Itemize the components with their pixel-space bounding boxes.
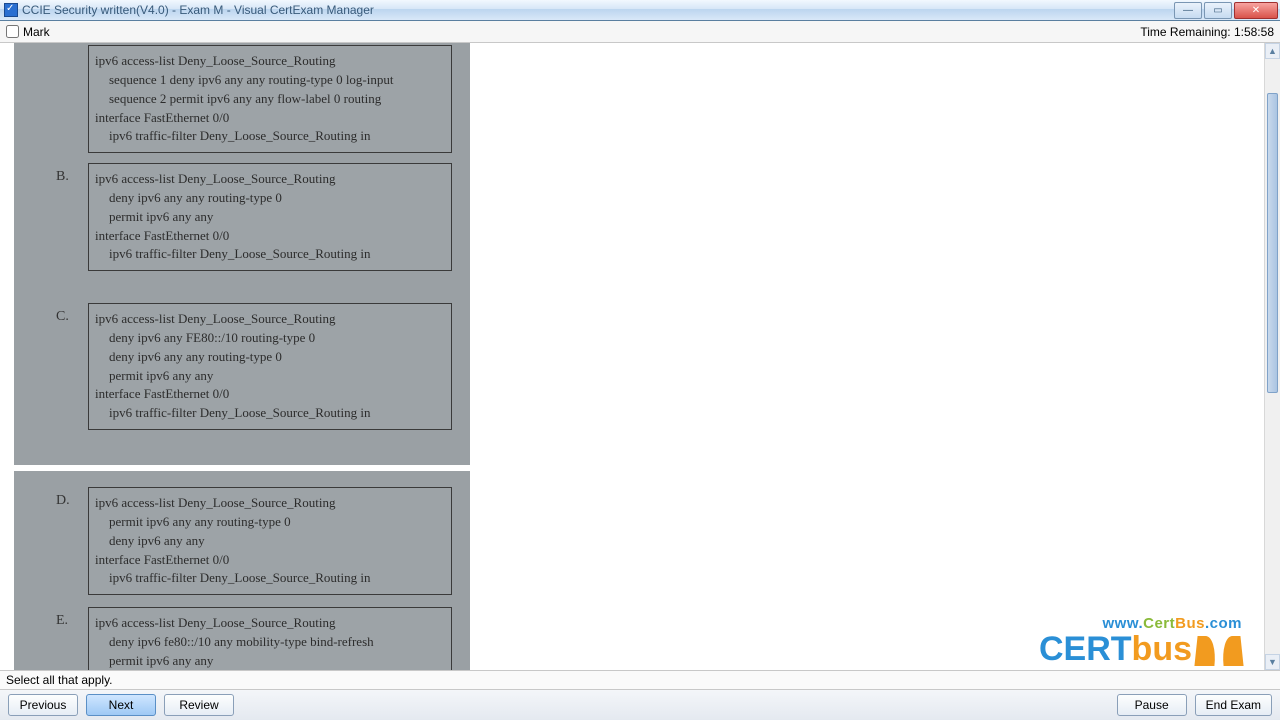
answer-label-b: B.	[56, 169, 69, 185]
mark-checkbox-label[interactable]: Mark	[6, 25, 50, 39]
vertical-scrollbar[interactable]: ▲ ▼	[1264, 43, 1280, 670]
answer-option-e[interactable]: ipv6 access-list Deny_Loose_Source_Routi…	[88, 607, 452, 670]
certbus-watermark: www.CertBus.com CERTbus	[1039, 615, 1242, 666]
cfg-line: deny ipv6 any FE80::/10 routing-type 0	[95, 329, 445, 348]
pause-button[interactable]: Pause	[1117, 694, 1187, 716]
answer-label-d: D.	[56, 493, 70, 509]
window-title: CCIE Security written(V4.0) - Exam M - V…	[22, 3, 1174, 17]
cfg-line: ipv6 access-list Deny_Loose_Source_Routi…	[95, 170, 445, 189]
answer-label-c: C.	[56, 309, 69, 325]
answer-label-e: E.	[56, 613, 68, 629]
content-area: ipv6 access-list Deny_Loose_Source_Routi…	[0, 43, 1280, 670]
end-exam-button[interactable]: End Exam	[1195, 694, 1272, 716]
wing-icon	[1196, 632, 1242, 666]
answer-option-a[interactable]: ipv6 access-list Deny_Loose_Source_Routi…	[88, 45, 452, 153]
window-titlebar: CCIE Security written(V4.0) - Exam M - V…	[0, 0, 1280, 21]
exam-toolbar: Mark Time Remaining: 1:58:58	[0, 21, 1280, 43]
cfg-line: sequence 2 permit ipv6 any any flow-labe…	[95, 90, 445, 109]
cfg-line: deny ipv6 fe80::/10 any mobility-type bi…	[95, 633, 445, 652]
cfg-line: ipv6 traffic-filter Deny_Loose_Source_Ro…	[95, 404, 445, 423]
review-button[interactable]: Review	[164, 694, 234, 716]
cfg-line: permit ipv6 any any	[95, 367, 445, 386]
cfg-line: sequence 1 deny ipv6 any any routing-typ…	[95, 71, 445, 90]
answer-option-c[interactable]: ipv6 access-list Deny_Loose_Source_Routi…	[88, 303, 452, 430]
window-controls: — ▭ ✕	[1174, 2, 1278, 19]
cfg-line: permit ipv6 any any	[95, 208, 445, 227]
time-value: 1:58:58	[1234, 25, 1274, 39]
cfg-line: interface FastEthernet 0/0	[95, 551, 445, 570]
time-label: Time Remaining:	[1140, 25, 1230, 39]
question-image-bottom: D. ipv6 access-list Deny_Loose_Source_Ro…	[14, 471, 470, 670]
answer-option-b[interactable]: ipv6 access-list Deny_Loose_Source_Routi…	[88, 163, 452, 271]
app-icon	[4, 3, 18, 17]
minimize-button[interactable]: —	[1174, 2, 1202, 19]
brand-bus: bus	[1132, 632, 1192, 666]
question-image-top: ipv6 access-list Deny_Loose_Source_Routi…	[14, 43, 470, 465]
mark-checkbox[interactable]	[6, 25, 19, 38]
scroll-thumb[interactable]	[1267, 93, 1278, 393]
cfg-line: deny ipv6 any any	[95, 532, 445, 551]
mark-label-text: Mark	[23, 25, 50, 39]
certbus-brand: CERTbus	[1039, 632, 1242, 666]
cfg-line: ipv6 traffic-filter Deny_Loose_Source_Ro…	[95, 245, 445, 264]
cfg-line: ipv6 traffic-filter Deny_Loose_Source_Ro…	[95, 569, 445, 588]
cfg-line: ipv6 access-list Deny_Loose_Source_Routi…	[95, 494, 445, 513]
previous-button[interactable]: Previous	[8, 694, 78, 716]
answer-option-d[interactable]: ipv6 access-list Deny_Loose_Source_Routi…	[88, 487, 452, 595]
instruction-text: Select all that apply.	[0, 670, 1280, 689]
button-bar: Previous Next Review Pause End Exam	[0, 689, 1280, 720]
cfg-line: deny ipv6 any any routing-type 0	[95, 348, 445, 367]
question-content: ipv6 access-list Deny_Loose_Source_Routi…	[0, 43, 1264, 670]
cfg-line: ipv6 traffic-filter Deny_Loose_Source_Ro…	[95, 127, 445, 146]
time-remaining: Time Remaining: 1:58:58	[1140, 25, 1274, 39]
next-button[interactable]: Next	[86, 694, 156, 716]
maximize-button[interactable]: ▭	[1204, 2, 1232, 19]
url-com: .com	[1205, 615, 1242, 632]
close-button[interactable]: ✕	[1234, 2, 1278, 19]
scroll-up-arrow[interactable]: ▲	[1265, 43, 1280, 59]
cfg-line: ipv6 access-list Deny_Loose_Source_Routi…	[95, 614, 445, 633]
scroll-down-arrow[interactable]: ▼	[1265, 654, 1280, 670]
cfg-line: deny ipv6 any any routing-type 0	[95, 189, 445, 208]
cfg-line: permit ipv6 any any	[95, 652, 445, 670]
cfg-line: ipv6 access-list Deny_Loose_Source_Routi…	[95, 52, 445, 71]
cfg-line: permit ipv6 any any routing-type 0	[95, 513, 445, 532]
brand-cert: CERT	[1039, 632, 1132, 666]
cfg-line: interface FastEthernet 0/0	[95, 385, 445, 404]
cfg-line: interface FastEthernet 0/0	[95, 227, 445, 246]
scroll-track[interactable]	[1265, 59, 1280, 654]
cfg-line: ipv6 access-list Deny_Loose_Source_Routi…	[95, 310, 445, 329]
cfg-line: interface FastEthernet 0/0	[95, 109, 445, 128]
